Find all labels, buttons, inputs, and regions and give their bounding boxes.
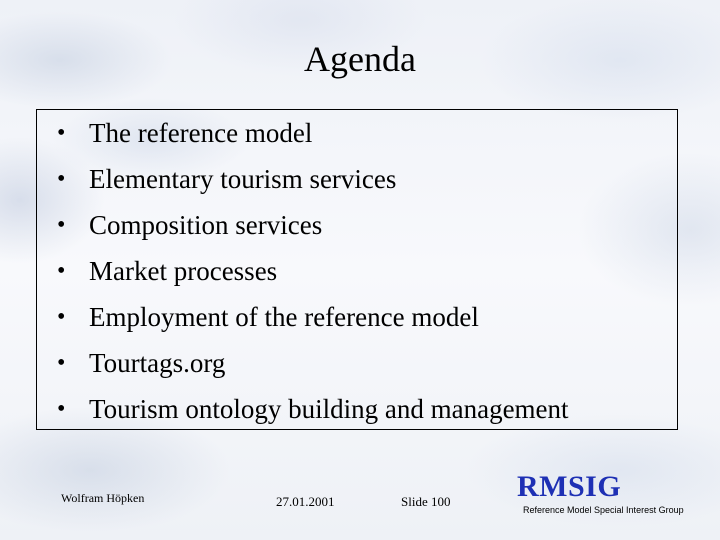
bullet-icon: •: [57, 120, 66, 146]
bullet-icon: •: [57, 212, 66, 238]
agenda-item-label: Tourtags.org: [89, 348, 226, 378]
agenda-item-label: Employment of the reference model: [89, 302, 479, 332]
logo-tagline: Reference Model Special Interest Group: [523, 505, 684, 515]
logo-title: RMSIG: [517, 470, 622, 503]
agenda-item-label: Market processes: [89, 256, 278, 286]
bullet-icon: •: [57, 396, 66, 422]
bullet-icon: •: [57, 304, 66, 330]
bullet-icon: •: [57, 258, 66, 284]
agenda-list: • The reference model • Elementary touri…: [36, 109, 678, 430]
agenda-item-label: The reference model: [89, 118, 313, 148]
agenda-item-label: Elementary tourism services: [89, 164, 397, 194]
agenda-item-label: Tourism ontology building and management: [89, 394, 569, 424]
slide-title: Agenda: [304, 39, 416, 79]
bullet-icon: •: [57, 350, 66, 376]
footer-author: Wolfram Höpken: [61, 491, 145, 505]
rmsig-logo: RMSIG Reference Model Special Interest G…: [517, 470, 684, 515]
bullet-icon: •: [57, 166, 66, 192]
footer-slide-number: Slide 100: [401, 494, 451, 509]
agenda-item-label: Composition services: [89, 210, 323, 240]
footer-date: 27.01.2001: [276, 494, 335, 509]
